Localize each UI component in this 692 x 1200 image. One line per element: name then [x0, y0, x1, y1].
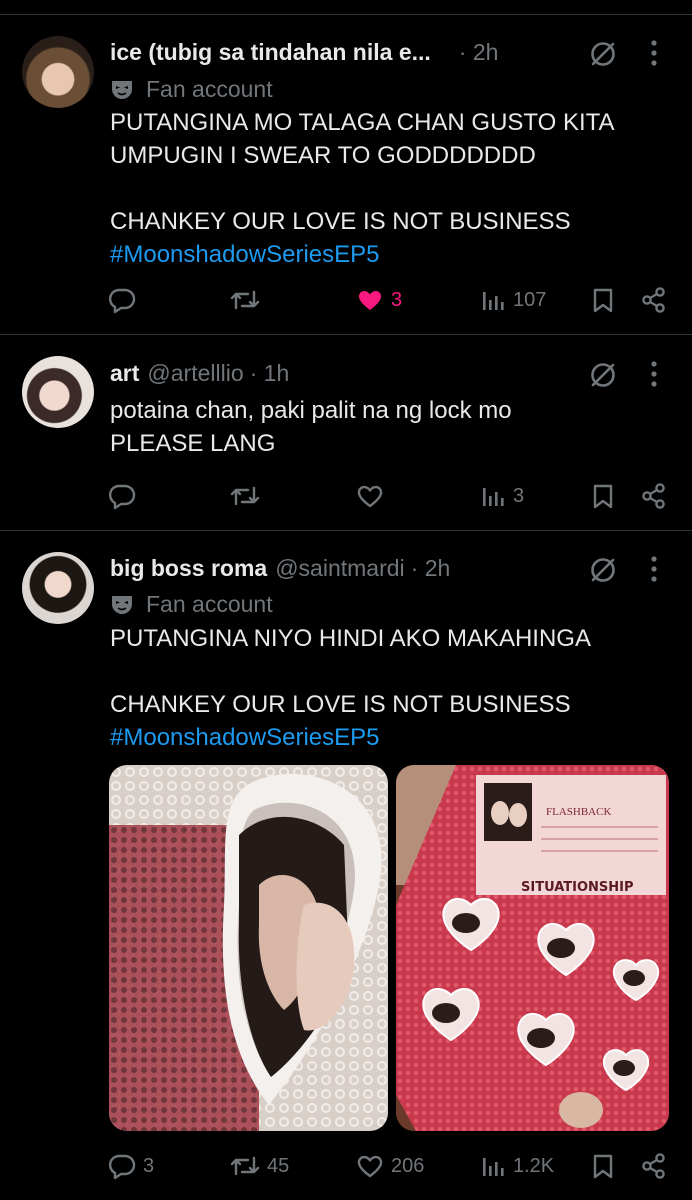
views-count: 1.2K	[513, 1154, 555, 1177]
share-button[interactable]	[640, 481, 668, 511]
share-button[interactable]	[640, 285, 668, 315]
avatar[interactable]	[22, 36, 94, 108]
photo-kiss	[109, 765, 388, 1131]
repost-icon	[230, 486, 260, 506]
repost-icon	[230, 290, 260, 310]
share-button[interactable]	[640, 1151, 668, 1181]
more-icon[interactable]	[650, 556, 658, 582]
timestamp[interactable]: · 2h	[411, 555, 451, 582]
reply-button[interactable]	[108, 481, 143, 511]
text-line: PUTANGINA MO TALAGA CHAN GUSTO KITA	[110, 109, 615, 136]
text-line: UMPUGIN I SWEAR TO GODDDDDDD	[110, 142, 536, 169]
bookmark-icon	[593, 1154, 613, 1179]
tweet-text: PUTANGINA MO TALAGA CHAN GUSTO KITA UMPU…	[110, 106, 680, 271]
reply-button[interactable]: 3	[108, 1151, 154, 1181]
repost-button[interactable]	[230, 285, 267, 315]
hashtag-link[interactable]: #MoonshadowSeriesEP5	[110, 721, 680, 754]
share-icon	[642, 287, 665, 313]
mask-icon	[112, 81, 132, 99]
views-button[interactable]: 107	[482, 285, 546, 315]
mask-icon	[112, 596, 132, 614]
views-icon	[483, 488, 504, 506]
like-button[interactable]	[356, 481, 391, 511]
repost-button[interactable]	[230, 481, 267, 511]
text-line: CHANKEY OUR LOVE IS NOT BUSINESS	[110, 691, 571, 718]
repost-count: 45	[267, 1154, 290, 1177]
reply-icon	[108, 484, 136, 510]
reply-icon	[108, 1154, 136, 1180]
bookmark-button[interactable]	[592, 1151, 614, 1181]
timestamp[interactable]: · 1h	[250, 360, 290, 387]
display-name[interactable]: big boss roma	[110, 555, 267, 582]
like-button[interactable]: 3	[356, 285, 402, 315]
text-line: PUTANGINA NIYO HINDI AKO MAKAHINGA	[110, 625, 591, 652]
like-icon	[358, 291, 382, 310]
like-count: 3	[391, 288, 403, 311]
like-icon	[357, 1155, 383, 1178]
tweet-text: PUTANGINA NIYO HINDI AKO MAKAHINGA CHANK…	[110, 622, 680, 754]
card-brand: FLASHBACK	[546, 806, 611, 818]
reply-count: 3	[143, 1154, 155, 1177]
username[interactable]: @artelllio	[147, 360, 243, 387]
bookmark-button[interactable]	[592, 481, 614, 511]
text-line: CHANKEY OUR LOVE IS NOT BUSINESS	[110, 208, 571, 235]
bookmark-icon	[593, 484, 613, 509]
action-bar: 3 107	[108, 285, 668, 315]
like-button[interactable]: 206	[356, 1151, 424, 1181]
media-image[interactable]: FLASHBACK SITUATIONSHIP	[396, 765, 669, 1131]
tweet-text: potaina chan, paki palit na ng lock mo P…	[110, 394, 680, 460]
share-icon	[642, 1153, 665, 1179]
timestamp[interactable]: · 2h	[459, 39, 499, 66]
share-icon	[642, 483, 665, 509]
tweet-divider	[0, 334, 692, 335]
bookmark-button[interactable]	[592, 285, 614, 315]
avatar[interactable]	[22, 356, 94, 428]
photo-situationship-card: FLASHBACK SITUATIONSHIP	[396, 765, 669, 1131]
more-icon[interactable]	[650, 361, 658, 387]
action-bar: 3 45 206 1.2K	[108, 1151, 668, 1181]
hashtag-link[interactable]: #MoonshadowSeriesEP5	[110, 238, 680, 271]
views-button[interactable]: 1.2K	[482, 1151, 554, 1181]
tweet-divider	[0, 530, 692, 531]
badge-label: Fan account	[146, 75, 273, 102]
avatar[interactable]	[22, 552, 94, 624]
fan-account-badge: Fan account	[110, 74, 273, 104]
views-button[interactable]: 3	[482, 481, 524, 511]
action-bar: 3	[108, 481, 668, 511]
username[interactable]: @saintmardi	[275, 555, 404, 582]
text-line: potaina chan, paki palit na ng lock mo	[110, 397, 512, 424]
views-icon	[483, 292, 504, 310]
more-icon[interactable]	[650, 40, 658, 66]
fan-account-badge: Fan account	[110, 589, 273, 619]
card-title: SITUATIONSHIP	[521, 880, 634, 895]
reply-button[interactable]	[108, 285, 143, 315]
reply-icon	[108, 288, 136, 314]
repost-icon	[230, 1156, 260, 1176]
display-name[interactable]: art	[110, 360, 139, 387]
grok-icon[interactable]	[589, 40, 617, 68]
text-line: PLEASE LANG	[110, 430, 276, 457]
repost-button[interactable]: 45	[230, 1151, 289, 1181]
views-count: 107	[513, 288, 547, 311]
grok-icon[interactable]	[589, 361, 617, 389]
top-divider	[0, 14, 692, 15]
display-name[interactable]: ice (tubig sa tindahan nila e...	[110, 39, 431, 66]
media-image[interactable]	[109, 765, 388, 1131]
grok-icon[interactable]	[589, 556, 617, 584]
badge-label: Fan account	[146, 590, 273, 617]
views-icon	[483, 1158, 504, 1176]
like-count: 206	[391, 1154, 425, 1177]
bookmark-icon	[593, 288, 613, 313]
like-icon	[357, 485, 383, 508]
views-count: 3	[513, 484, 525, 507]
